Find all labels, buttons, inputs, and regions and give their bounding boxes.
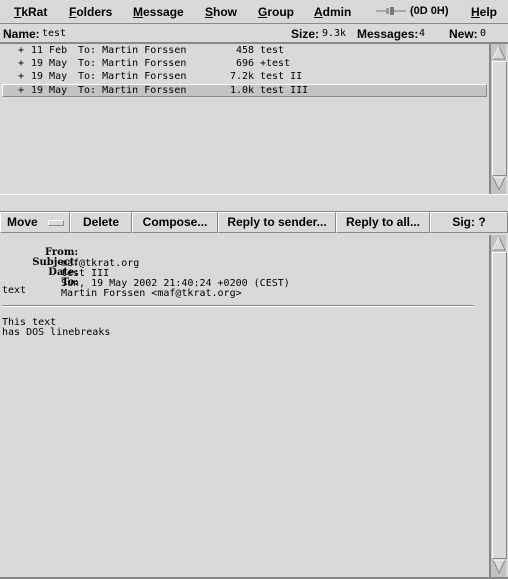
folder-status-bar: Name: test Size: 9.3k Messages: 4 New: 0 (0, 24, 508, 44)
scroll-up-arrow-icon[interactable] (492, 45, 506, 60)
signature-button[interactable]: Sig: ? (430, 212, 508, 233)
menu-help-rest: elp (479, 5, 498, 19)
menu-message[interactable]: Message (133, 5, 184, 19)
row-date: 19 May (31, 71, 68, 82)
connection-status: (0D 0H) (376, 5, 449, 17)
row-flag: + (18, 71, 25, 82)
messages-label: Messages: (357, 27, 419, 41)
size-label: Size: (291, 27, 320, 41)
body-line: has DOS linebreaks (2, 327, 111, 338)
menu-admin[interactable]: Admin (314, 5, 351, 19)
compose-button[interactable]: Compose... (132, 212, 218, 233)
message-row[interactable]: + 19 May To: Martin Forssen 696 +test (2, 58, 487, 71)
message-row[interactable]: + 11 Feb To: Martin Forssen 458 test (2, 45, 487, 58)
name-label: Name: (3, 27, 40, 41)
menu-admin-rest: dmin (322, 5, 352, 19)
message-row-selected[interactable]: + 19 May To: Martin Forssen 1.0k test II… (2, 84, 487, 97)
menu-group[interactable]: Group (258, 5, 294, 19)
message-viewer[interactable]: From: maf@tkrat.org Subject: test III Da… (0, 235, 489, 579)
row-subject: test III (260, 85, 309, 96)
body-preamble: text (2, 285, 27, 296)
row-subject: test II (260, 71, 303, 82)
name-value: test (42, 28, 67, 39)
row-to: To: Martin Forssen (78, 58, 187, 69)
menu-message-rest: essage (143, 5, 184, 19)
menu-admin-u: A (314, 5, 323, 19)
new-value: 0 (480, 28, 487, 39)
row-flag: + (18, 58, 25, 69)
menu-folders-rest: olders (76, 5, 113, 19)
scroll-down-arrow-icon[interactable] (492, 176, 506, 191)
menubutton-indicator-icon (47, 219, 64, 226)
menu-message-u: M (133, 5, 143, 19)
row-flag: + (18, 45, 25, 56)
menu-show-u: S (205, 5, 214, 19)
move-menubutton[interactable]: Move (0, 212, 70, 233)
body-separator (2, 305, 474, 307)
viewer-scrollbar[interactable] (489, 235, 507, 577)
messages-value: 4 (419, 28, 426, 39)
message-row[interactable]: + 19 May To: Martin Forssen 7.2k test II (2, 71, 487, 84)
menu-tkrat-rest: kRat (21, 5, 48, 19)
row-to: To: Martin Forssen (78, 85, 187, 96)
reply-to-all-button[interactable]: Reply to all... (336, 212, 430, 233)
horizontal-scroll-area (0, 195, 508, 402)
new-label: New: (449, 27, 478, 41)
menu-group-rest: roup (267, 5, 295, 19)
menu-tkrat[interactable]: TkRat (14, 5, 47, 19)
row-date: 19 May (31, 85, 68, 96)
menu-show[interactable]: Show (205, 5, 237, 19)
delete-button[interactable]: Delete (70, 212, 132, 233)
scroll-thumb[interactable] (492, 252, 507, 559)
reply-to-sender-button[interactable]: Reply to sender... (218, 212, 336, 233)
header-key: To: (61, 277, 79, 288)
row-date: 11 Feb (31, 45, 68, 56)
header-value: Martin Forssen <maf@tkrat.org> (61, 288, 242, 299)
row-subject: +test (260, 58, 291, 69)
row-size: 1.0k (230, 85, 255, 96)
message-list: + 11 Feb To: Martin Forssen 458 test + 1… (0, 44, 489, 194)
menu-group-u: G (258, 5, 268, 19)
row-size: 696 (236, 58, 255, 69)
row-flag: + (18, 85, 25, 96)
scroll-down-arrow-icon[interactable] (492, 559, 506, 574)
scroll-thumb[interactable] (492, 61, 507, 176)
size-value: 9.3k (322, 28, 347, 39)
menu-show-rest: how (213, 5, 238, 19)
row-to: To: Martin Forssen (78, 45, 187, 56)
row-size: 7.2k (230, 71, 255, 82)
header-to: To: Martin Forssen <maf@tkrat.org> (0, 266, 242, 299)
message-list-scrollbar[interactable] (489, 44, 507, 194)
row-size: 458 (236, 45, 255, 56)
menubar: TkRat Folders Message Show Group Admin (… (0, 0, 508, 24)
menu-help[interactable]: Help (471, 5, 497, 19)
plug-icon (376, 7, 406, 15)
row-date: 19 May (31, 58, 68, 69)
connection-text: (0D 0H) (410, 5, 449, 17)
menu-folders[interactable]: Folders (69, 5, 112, 19)
move-label: Move (7, 215, 38, 229)
row-to: To: Martin Forssen (78, 71, 187, 82)
toolbar: Move Delete Compose... Reply to sender..… (0, 212, 508, 234)
row-subject: test (260, 45, 285, 56)
scroll-up-arrow-icon[interactable] (492, 236, 506, 251)
menu-help-u: H (471, 5, 480, 19)
